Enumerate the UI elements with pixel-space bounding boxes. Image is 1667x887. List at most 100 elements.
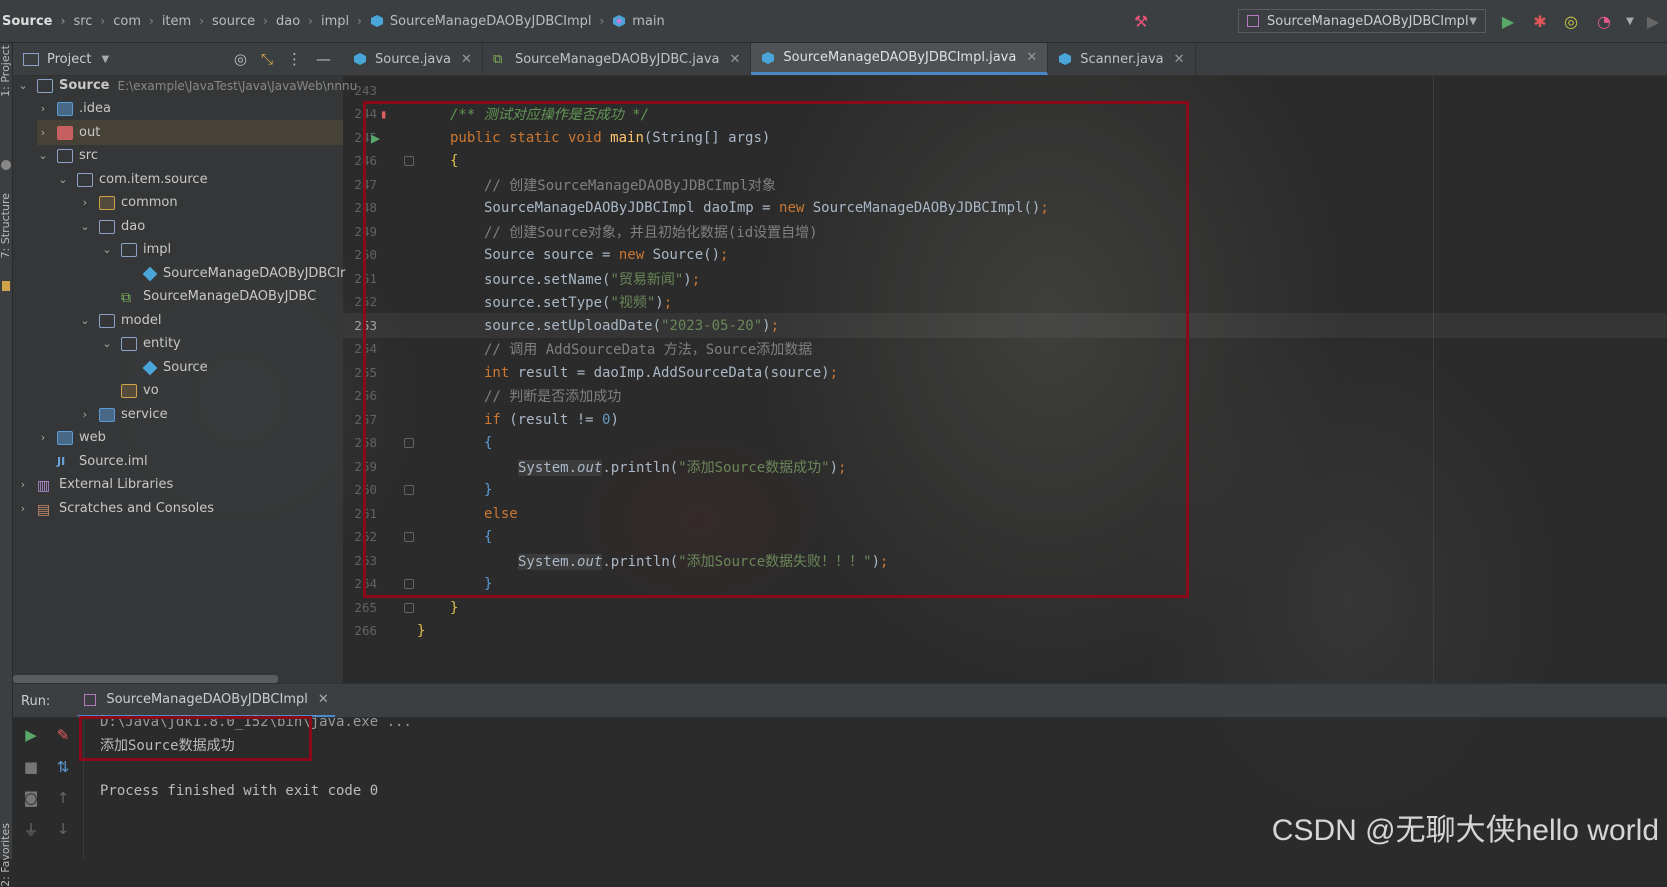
project-tool-tab[interactable]: 1: Project bbox=[0, 45, 12, 97]
sort-icon[interactable]: ⇅ bbox=[53, 757, 73, 777]
fold-marker-icon[interactable] bbox=[404, 484, 414, 495]
tree-item-web[interactable]: › web bbox=[37, 425, 106, 450]
close-icon[interactable]: ✕ bbox=[1174, 52, 1185, 67]
run-gutter-icon[interactable]: ▶ bbox=[371, 129, 380, 147]
structure-tool-tab[interactable]: 7: Structure bbox=[0, 193, 12, 258]
fold-marker-icon[interactable] bbox=[404, 602, 414, 613]
up-arrow-icon[interactable]: ↑ bbox=[53, 788, 73, 808]
bookmark-icon[interactable]: ▮ bbox=[380, 107, 387, 121]
tree-item-impl-class[interactable]: SourceManageDAOByJDBCIr bbox=[123, 261, 345, 286]
web-folder-icon bbox=[57, 430, 73, 445]
editor-tab-bar: Source.java ✕ ⧉ SourceManageDAOByJDBC.java… bbox=[343, 43, 1667, 76]
profiler-dropdown-icon[interactable]: ▼ bbox=[1620, 11, 1640, 31]
debug-bug-icon[interactable]: ✱ bbox=[1530, 11, 1550, 31]
breadcrumb-item[interactable]: item › bbox=[162, 14, 212, 29]
breadcrumb-item[interactable]: source › bbox=[212, 14, 276, 29]
tree-item-out[interactable]: › out bbox=[37, 120, 343, 145]
class-icon bbox=[370, 14, 384, 28]
tree-item-scratches[interactable]: › ▤ Scratches and Consoles bbox=[17, 496, 214, 521]
breadcrumb-item[interactable]: SourceManageDAOByJDBCImpl › bbox=[370, 14, 612, 29]
clear-output-icon[interactable]: ✎ bbox=[53, 725, 73, 745]
close-icon[interactable]: ✕ bbox=[318, 692, 329, 707]
tree-item-package[interactable]: ⌄ com.item.source bbox=[57, 167, 207, 192]
breadcrumb-item[interactable]: com › bbox=[113, 14, 162, 29]
locate-target-icon[interactable]: ◎ bbox=[234, 50, 247, 68]
coverage-icon[interactable]: ◎ bbox=[1561, 11, 1581, 31]
code-line: 265 } bbox=[343, 595, 1667, 620]
rerun-icon[interactable]: ▶ bbox=[21, 725, 41, 745]
fold-marker-icon[interactable] bbox=[404, 578, 414, 589]
tab-dao-impl[interactable]: SourceManageDAOByJDBCImpl.java ✕ bbox=[751, 43, 1049, 75]
excluded-folder-icon bbox=[57, 125, 73, 140]
code-line: 264 } bbox=[343, 571, 1667, 596]
line-number: 264 bbox=[354, 576, 377, 591]
run-config-label: SourceManageDAOByJDBCImpl bbox=[1267, 13, 1469, 29]
camera-icon[interactable]: ◙ bbox=[21, 788, 41, 808]
module-folder-icon bbox=[37, 78, 53, 93]
tree-item-common[interactable]: › common bbox=[79, 190, 178, 215]
collapse-all-icon[interactable]: ⤡ bbox=[261, 50, 273, 68]
project-title: Project bbox=[47, 51, 92, 67]
tree-item-source-class[interactable]: Source bbox=[123, 355, 208, 380]
run-tab[interactable]: SourceManageDAOByJDBCImpl ✕ bbox=[78, 684, 335, 718]
tree-item-entity[interactable]: ⌄ entity bbox=[101, 331, 180, 356]
down-arrow-icon[interactable]: ↓ bbox=[53, 819, 73, 839]
tree-item-source-root[interactable]: ⌄ Source E:\example\JavaTest\Java\JavaWeb\… bbox=[17, 73, 357, 98]
stop-icon[interactable]: ■ bbox=[21, 757, 41, 777]
profiler-icon[interactable]: ◔ bbox=[1594, 11, 1614, 31]
chevron-right-icon: › bbox=[20, 502, 26, 515]
tree-item-external-libraries[interactable]: › ▥ External Libraries bbox=[17, 472, 173, 497]
line-number: 258 bbox=[354, 435, 377, 450]
hide-panel-icon[interactable]: — bbox=[316, 50, 331, 68]
chevron-down-icon: ⌄ bbox=[38, 149, 48, 162]
fold-marker-icon[interactable] bbox=[404, 531, 414, 542]
code-line: 259 System.out.println("添加Source数据成功"); bbox=[343, 454, 1667, 479]
tree-item-dao[interactable]: ⌄ dao bbox=[79, 214, 145, 239]
run-configuration-select[interactable]: SourceManageDAOByJDBCImpl ▼ bbox=[1238, 9, 1486, 33]
close-icon[interactable]: ✕ bbox=[461, 52, 472, 67]
tree-item-src[interactable]: ⌄ src bbox=[37, 143, 98, 168]
tree-item-service[interactable]: › service bbox=[79, 402, 168, 427]
options-menu-icon[interactable]: ⋮ bbox=[287, 50, 302, 68]
close-icon[interactable]: ✕ bbox=[1026, 50, 1037, 65]
close-icon[interactable]: ✕ bbox=[730, 52, 741, 67]
tree-item-idea[interactable]: › .idea bbox=[37, 96, 111, 121]
folder-icon bbox=[99, 313, 115, 328]
chevron-right-icon: › bbox=[82, 196, 88, 209]
line-number: 263 bbox=[354, 553, 377, 568]
breadcrumb-item[interactable]: dao › bbox=[276, 14, 321, 29]
tree-item-model[interactable]: ⌄ model bbox=[79, 308, 161, 333]
tree-item-vo[interactable]: vo bbox=[101, 378, 159, 403]
fold-marker-icon[interactable] bbox=[404, 155, 414, 166]
tab-scanner[interactable]: Scanner.java ✕ bbox=[1048, 43, 1196, 75]
tree-item-impl[interactable]: ⌄ impl bbox=[101, 237, 171, 262]
breadcrumb-item[interactable]: Source › bbox=[2, 14, 73, 29]
horizontal-scrollbar[interactable] bbox=[13, 675, 278, 683]
breadcrumb-item[interactable]: main bbox=[612, 14, 665, 29]
tree-item-dao-interface[interactable]: ⧉ SourceManageDAOByJDBC bbox=[101, 284, 316, 309]
fold-marker-icon[interactable] bbox=[404, 437, 414, 448]
tree-item-iml[interactable]: JI Source.iml bbox=[37, 449, 148, 474]
line-number: 254 bbox=[354, 341, 377, 356]
code-line: 249 // 创建Source对象，并且初始化数据(id设置自增) bbox=[343, 219, 1667, 244]
class-icon bbox=[142, 360, 158, 375]
project-folder-icon bbox=[23, 52, 39, 66]
code-line: 258 { bbox=[343, 430, 1667, 455]
project-panel: Project ▼ ◎ ⤡ ⋮ — ⌄ Source E:\example\Java… bbox=[13, 43, 357, 683]
build-hammer-icon[interactable]: ⚒ bbox=[1131, 11, 1151, 31]
code-line: 257 if (result != 0) bbox=[343, 407, 1667, 432]
run-icon[interactable]: ▶ bbox=[1498, 11, 1518, 31]
folder-icon bbox=[121, 336, 137, 351]
pin-icon[interactable]: ⏚ bbox=[21, 819, 41, 839]
breadcrumb-item[interactable]: src › bbox=[73, 14, 113, 29]
project-view-selector[interactable]: Project ▼ bbox=[23, 52, 109, 67]
tab-dao-interface[interactable]: ⧉ SourceManageDAOByJDBC.java ✕ bbox=[483, 43, 752, 75]
run-anything-icon[interactable]: ▶ bbox=[1643, 11, 1663, 31]
tab-source-java[interactable]: Source.java ✕ bbox=[343, 43, 483, 75]
code-editor[interactable]: 243 244 ▮ /** 测试对应操作是否成功 */ 245 ▶ public… bbox=[343, 76, 1667, 683]
bookmark-icon bbox=[2, 281, 10, 291]
favorites-tool-tab[interactable]: 2: Favorites bbox=[0, 823, 12, 887]
breadcrumb-item[interactable]: impl › bbox=[321, 14, 370, 29]
line-number: 251 bbox=[354, 271, 377, 286]
run-panel-header: Run: SourceManageDAOByJDBCImpl ✕ bbox=[13, 683, 1667, 718]
